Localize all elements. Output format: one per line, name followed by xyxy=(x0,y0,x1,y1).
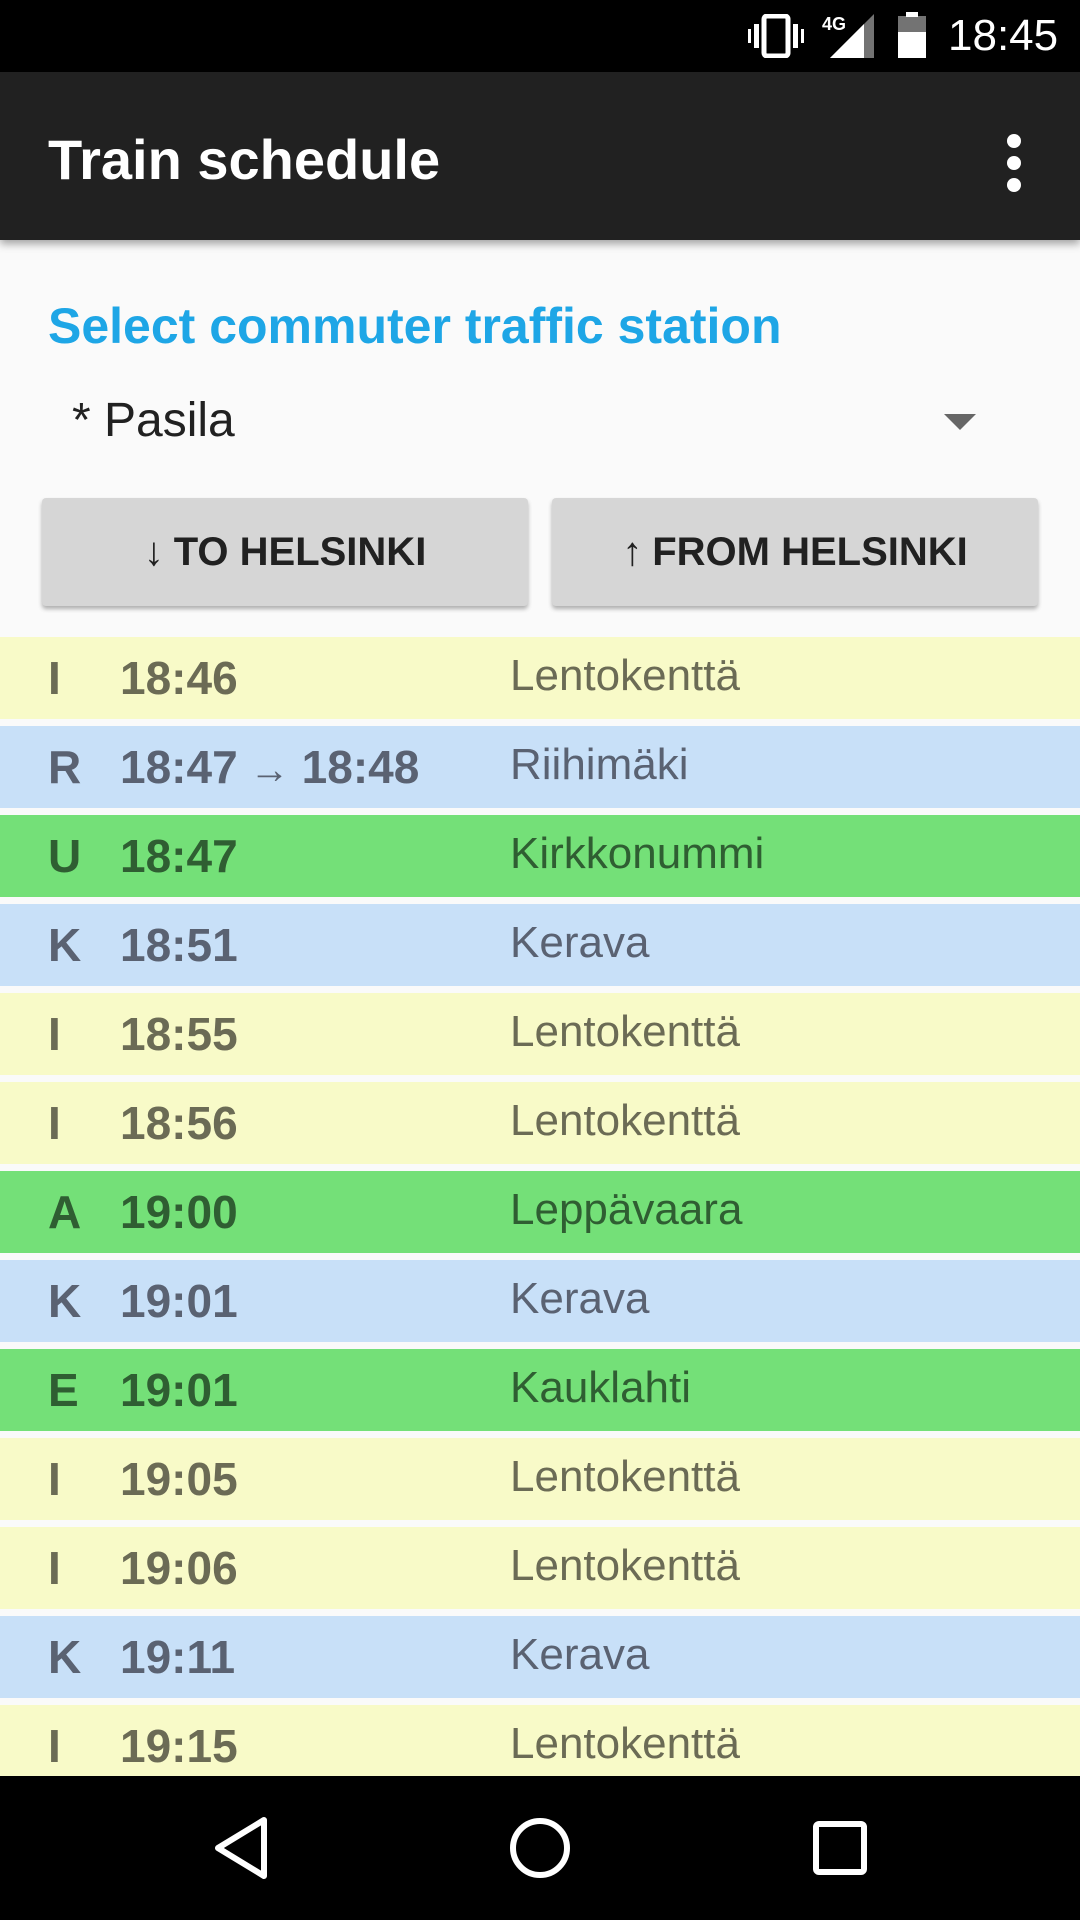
destination-station: Lentokenttä xyxy=(510,1541,740,1590)
status-bar: 4G 18:45 xyxy=(0,0,1080,72)
to-helsinki-button[interactable]: ↓ TO HELSINKI xyxy=(42,498,528,606)
delay-arrow-icon: → xyxy=(249,748,290,792)
scheduled-time: 19:06 xyxy=(120,1542,238,1594)
destination-station: Riihimäki xyxy=(510,740,689,789)
network-type-label: 4G xyxy=(822,14,846,34)
arrow-down-icon: ↓ xyxy=(143,529,164,574)
train-line-letter: I xyxy=(48,1542,61,1594)
clock: 18:45 xyxy=(948,11,1059,60)
destination-station: Kerava xyxy=(510,918,650,967)
train-line-letter: K xyxy=(48,1275,82,1327)
schedule-row[interactable]: I 19:06 Lentokenttä xyxy=(0,1527,1080,1609)
train-line-letter: K xyxy=(48,1631,82,1683)
scheduled-time: 18:47 xyxy=(120,830,238,882)
train-line-letter: I xyxy=(48,1720,61,1772)
destination-station: Kerava xyxy=(510,1274,650,1323)
scheduled-time: 19:15 xyxy=(120,1720,238,1772)
departure-time: 19:15 xyxy=(120,1717,238,1775)
recents-icon[interactable] xyxy=(812,1820,868,1876)
overflow-menu-icon[interactable] xyxy=(994,128,1034,192)
schedule-row[interactable]: K 18:51 Kerava xyxy=(0,904,1080,986)
from-helsinki-label: FROM HELSINKI xyxy=(652,529,968,574)
departure-time: 18:55 xyxy=(120,1005,238,1063)
station-section-label: Select commuter traffic station xyxy=(48,298,782,354)
schedule-list[interactable]: I 18:46 Lentokenttä R 18:47 → 18:48 Riihimäki U 1… xyxy=(0,637,1080,1776)
destination-station: Kerava xyxy=(510,1630,650,1679)
scheduled-time: 19:01 xyxy=(120,1364,238,1416)
departure-time: 19:01 xyxy=(120,1272,238,1330)
vibrate-icon xyxy=(748,14,804,58)
destination-station: Lentokenttä xyxy=(510,651,740,700)
destination-station: Lentokenttä xyxy=(510,1719,740,1768)
destination-station: Kauklahti xyxy=(510,1363,692,1412)
train-line-letter: I xyxy=(48,1097,61,1149)
navigation-bar xyxy=(0,1776,1080,1920)
schedule-row[interactable]: U 18:47 Kirkkonummi xyxy=(0,815,1080,897)
departure-time: 19:06 xyxy=(120,1539,238,1597)
train-line-letter: I xyxy=(48,652,61,704)
departure-time: 19:11 xyxy=(120,1628,235,1686)
app-title: Train schedule xyxy=(48,128,441,191)
schedule-row[interactable]: I 19:05 Lentokenttä xyxy=(0,1438,1080,1520)
dropdown-arrow-icon xyxy=(944,414,976,430)
train-line-letter: E xyxy=(48,1364,79,1416)
scheduled-time: 19:01 xyxy=(120,1275,238,1327)
scheduled-time: 18:56 xyxy=(120,1097,238,1149)
departure-time: 18:47 xyxy=(120,827,238,885)
schedule-row[interactable]: A 19:00 Leppävaara xyxy=(0,1171,1080,1253)
back-icon[interactable] xyxy=(212,1816,272,1880)
schedule-row[interactable]: I 18:46 Lentokenttä xyxy=(0,637,1080,719)
scheduled-time: 18:51 xyxy=(120,919,238,971)
destination-station: Leppävaara xyxy=(510,1185,743,1234)
to-helsinki-label: TO HELSINKI xyxy=(173,529,427,574)
schedule-row[interactable]: E 19:01 Kauklahti xyxy=(0,1349,1080,1431)
destination-station: Lentokenttä xyxy=(510,1452,740,1501)
signal-icon: 4G xyxy=(822,14,874,58)
scheduled-time: 18:55 xyxy=(120,1008,238,1060)
departure-time: 19:05 xyxy=(120,1450,238,1508)
departure-time: 19:01 xyxy=(120,1361,238,1419)
schedule-row[interactable]: R 18:47 → 18:48 Riihimäki xyxy=(0,726,1080,808)
scheduled-time: 18:47 xyxy=(120,741,238,793)
app-screen: 4G 18:45 Train schedule Select commuter … xyxy=(0,0,1080,1920)
departure-time: 18:46 xyxy=(120,649,238,707)
departure-time: 19:00 xyxy=(120,1183,238,1241)
schedule-row[interactable]: I 19:15 Lentokenttä xyxy=(0,1705,1080,1776)
estimated-time: 18:48 xyxy=(301,741,420,793)
destination-station: Kirkkonummi xyxy=(510,829,765,878)
destination-station: Lentokenttä xyxy=(510,1096,740,1145)
app-bar: Train schedule xyxy=(0,72,1080,240)
departure-time: 18:56 xyxy=(120,1094,238,1152)
station-selected-value: * Pasila xyxy=(72,394,235,447)
from-helsinki-button[interactable]: ↑ FROM HELSINKI xyxy=(552,498,1038,606)
home-icon[interactable] xyxy=(508,1816,572,1880)
scheduled-time: 19:00 xyxy=(120,1186,238,1238)
train-line-letter: K xyxy=(48,919,82,971)
battery-icon xyxy=(898,12,926,58)
train-line-letter: I xyxy=(48,1453,61,1505)
scheduled-time: 19:11 xyxy=(120,1631,236,1683)
train-line-letter: I xyxy=(48,1008,61,1060)
scheduled-time: 18:46 xyxy=(120,652,238,704)
train-line-letter: U xyxy=(48,830,82,882)
schedule-row[interactable]: K 19:11 Kerava xyxy=(0,1616,1080,1698)
train-line-letter: A xyxy=(48,1186,82,1238)
schedule-row[interactable]: K 19:01 Kerava xyxy=(0,1260,1080,1342)
station-dropdown[interactable]: * Pasila xyxy=(48,388,1008,454)
train-line-letter: R xyxy=(48,741,82,793)
arrow-up-icon: ↑ xyxy=(622,529,643,574)
destination-station: Lentokenttä xyxy=(510,1007,740,1056)
schedule-row[interactable]: I 18:56 Lentokenttä xyxy=(0,1082,1080,1164)
departure-time: 18:51 xyxy=(120,916,238,974)
schedule-row[interactable]: I 18:55 Lentokenttä xyxy=(0,993,1080,1075)
scheduled-time: 19:05 xyxy=(120,1453,238,1505)
departure-time: 18:47 → 18:48 xyxy=(120,738,419,799)
